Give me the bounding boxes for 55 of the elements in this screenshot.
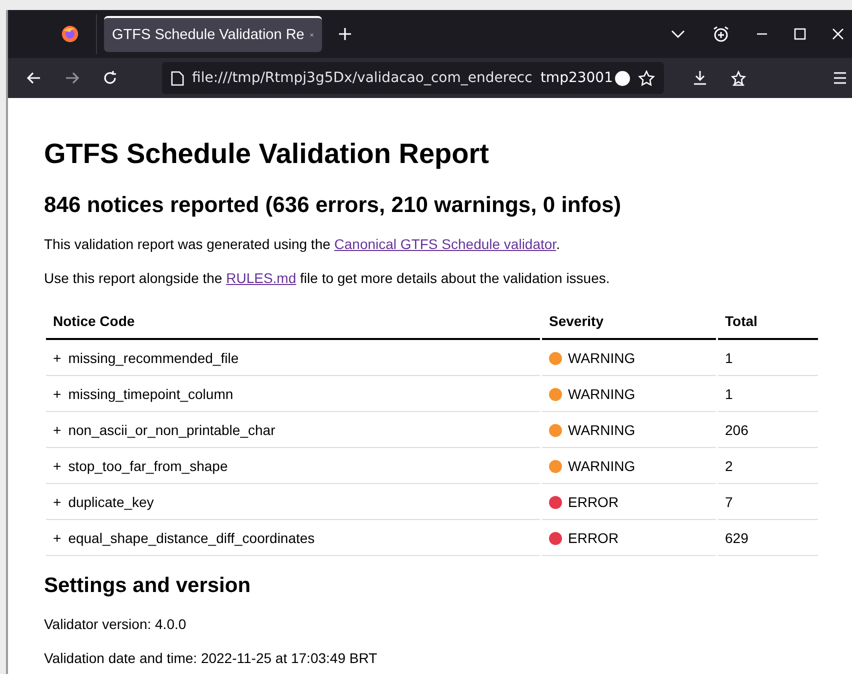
notice-code: non_ascii_or_non_printable_char xyxy=(68,422,276,438)
circle-icon xyxy=(615,70,630,86)
severity-label: WARNING xyxy=(568,386,636,402)
summary-heading: 846 notices reported (636 errors, 210 warnings, 0 infos) xyxy=(44,192,622,218)
report-title: GTFS Schedule Validation Report xyxy=(44,138,490,170)
url-text: tmp23001 xyxy=(540,70,613,86)
info-text: Validation date and time: 2022-11-25 at 17:03:49 BRT xyxy=(44,650,378,666)
expand-toggle[interactable]: + xyxy=(53,494,62,510)
star-icon[interactable] xyxy=(638,70,655,86)
notice-code: missing_timepoint_column xyxy=(68,386,234,402)
expand-toggle[interactable]: + xyxy=(53,530,62,546)
close-icon[interactable] xyxy=(832,28,844,40)
severity-label: WARNING xyxy=(568,350,636,366)
column-header: Notice Code xyxy=(46,302,540,340)
column-header: Total xyxy=(718,302,818,340)
url-text: file:///tmp/Rtmpj3g5Dx/validacao_com_enderecc xyxy=(192,70,532,86)
notice-code: duplicate_key xyxy=(68,494,154,510)
back-icon[interactable] xyxy=(26,70,42,86)
notice-code: stop_too_far_from_shape xyxy=(68,458,228,474)
browser-tab[interactable]: GTFS Schedule Validation Re xyxy=(104,16,322,52)
table-cell: 1 xyxy=(718,340,818,376)
paragraph: This validation report was generated using the Canonical GTFS Schedule validator. xyxy=(44,236,561,252)
info-text: Validator version: 4.0.0 xyxy=(44,616,188,632)
expand-toggle[interactable]: + xyxy=(53,458,62,474)
severity-label: WARNING xyxy=(568,458,636,474)
severity-label: ERROR xyxy=(568,494,619,510)
tab-title: GTFS Schedule Validation Re xyxy=(112,27,304,43)
link[interactable]: Canonical GTFS Schedule validator xyxy=(334,236,556,252)
table-cell: 1 xyxy=(718,376,818,412)
download-icon[interactable] xyxy=(692,70,708,86)
link[interactable]: RULES.md xyxy=(226,270,296,286)
reload-icon[interactable] xyxy=(102,70,118,86)
menu-icon[interactable] xyxy=(832,70,848,86)
column-header: Severity xyxy=(542,302,716,340)
table-cell: 629 xyxy=(718,520,818,556)
new-tab-button[interactable] xyxy=(338,27,352,41)
paragraph: Use this report alongside the RULES.md file to get more details about the validation issues. xyxy=(44,270,611,286)
star-icon[interactable] xyxy=(730,70,747,86)
notice-code: missing_recommended_file xyxy=(68,350,239,366)
expand-toggle[interactable]: + xyxy=(53,386,62,402)
forward-icon[interactable] xyxy=(64,70,80,86)
table-cell: 2 xyxy=(718,448,818,484)
section-heading: Settings and version xyxy=(44,574,252,598)
browser-logo-icon[interactable] xyxy=(61,25,79,43)
address-bar[interactable]: file:///tmp/Rtmpj3g5Dx/validacao_com_enderecc tmp23001 xyxy=(162,62,664,94)
severity-label: WARNING xyxy=(568,422,636,438)
expand-toggle[interactable]: + xyxy=(53,422,62,438)
severity-label: ERROR xyxy=(568,530,619,546)
page-icon xyxy=(171,70,184,86)
maximize-icon[interactable] xyxy=(794,28,806,40)
notice-code: equal_shape_distance_diff_coordinates xyxy=(68,530,315,546)
expand-toggle[interactable]: + xyxy=(53,350,62,366)
table-cell: 7 xyxy=(718,484,818,520)
table-cell: 206 xyxy=(718,412,818,448)
alarm-clock-icon[interactable] xyxy=(712,25,730,43)
